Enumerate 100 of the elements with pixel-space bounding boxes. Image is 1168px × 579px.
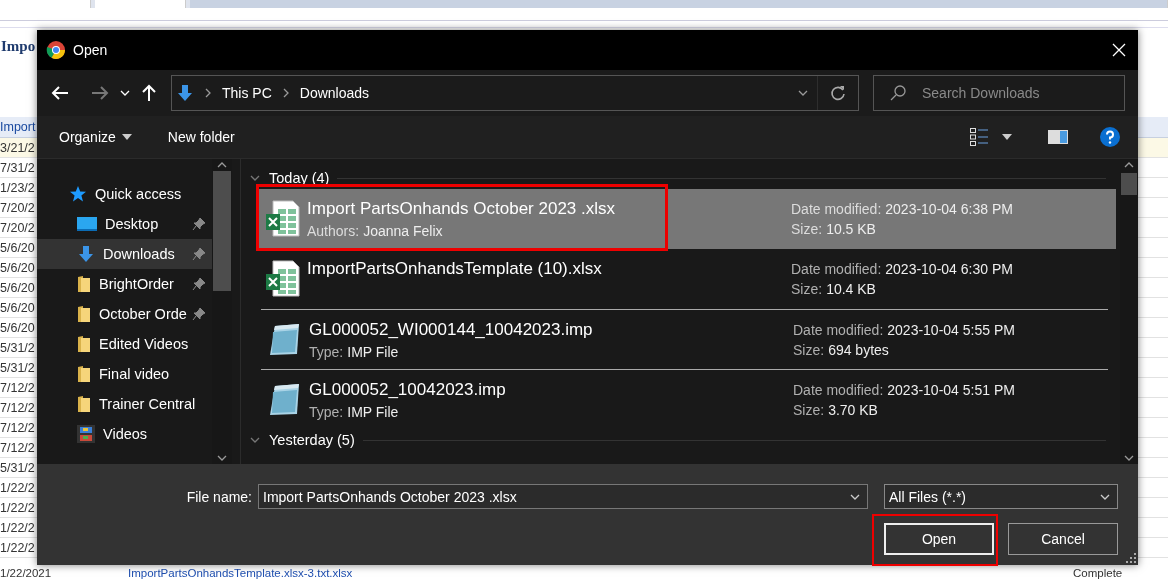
toolbar-button[interactable]: Organize <box>59 129 132 145</box>
film-icon <box>77 425 95 443</box>
nav-item-label: October Orde <box>99 306 188 322</box>
nav-item-label: Final video <box>99 366 171 382</box>
scrollbar[interactable] <box>1120 159 1138 464</box>
breadcrumb[interactable]: This PC <box>222 85 272 101</box>
file-item[interactable]: GL000052_WI000144_10042023.imp Type: IMP File Date modified: 2023-10-04 5:55 PM Size: 694 bytes <box>261 309 1108 369</box>
scrollbar-thumb[interactable] <box>213 171 231 291</box>
file-name-field[interactable]: Import PartsOnhands October 2023 .xlsx <box>258 484 868 509</box>
detail-label: Type: <box>309 403 344 420</box>
date-cell: 7/20/2 <box>0 220 35 235</box>
spreadsheet-icon <box>265 260 301 298</box>
date-cell: 1/22/2 <box>0 500 35 515</box>
date-cell: 7/20/2 <box>0 200 35 215</box>
file-link[interactable]: ImportPartsOnhandsTemplate.xlsx-3.txt.xlsx <box>128 567 353 579</box>
date-cell: 7/12/2 <box>0 440 35 455</box>
download-icon <box>77 245 95 263</box>
size-label: Size: <box>791 221 823 237</box>
group-header[interactable]: Yesterday (5) <box>269 432 355 448</box>
size-value: 694 bytes <box>828 341 889 358</box>
back-arrow-icon[interactable] <box>51 85 69 101</box>
nav-item-label: Desktop <box>105 216 160 232</box>
folder-icon <box>77 305 91 323</box>
view-list-icon[interactable] <box>970 128 988 146</box>
date-cell: 7/12/2 <box>0 400 35 415</box>
date-cell: 7/31/2 <box>0 160 35 175</box>
date-cell: 1/22/2021 <box>0 567 52 579</box>
date-value: 2023-10-04 6:38 PM <box>885 201 1013 217</box>
download-icon <box>176 84 194 102</box>
nav-item-label: Downloads <box>103 246 176 262</box>
address-bar[interactable]: This PC Downloads <box>171 75 859 111</box>
detail-value: Joanna Felix <box>363 223 443 239</box>
file-name: GL000052_10042023.imp <box>309 379 507 400</box>
dialog-button[interactable]: Open <box>884 523 994 555</box>
date-cell: 5/6/20 <box>0 280 35 295</box>
nav-item[interactable]: Trainer Central <box>37 389 212 419</box>
detail-value: IMP File <box>347 343 399 360</box>
nav-item[interactable]: BrightOrder <box>37 269 212 299</box>
date-value: 2023-10-04 5:51 PM <box>887 381 1015 398</box>
nav-item[interactable]: October Orde <box>37 299 212 329</box>
file-name: GL000052_WI000144_10042023.imp <box>309 319 594 340</box>
help-icon[interactable] <box>1100 127 1120 147</box>
nav-item-label: Trainer Central <box>99 396 197 412</box>
date-cell: 1/22/2 <box>0 520 35 535</box>
date-value: 2023-10-04 6:30 PM <box>885 261 1013 277</box>
nav-item[interactable]: Quick access <box>37 179 212 209</box>
nav-item-label: Quick access <box>95 186 183 202</box>
date-cell: 7/12/2 <box>0 380 35 395</box>
refresh-icon[interactable] <box>830 85 846 101</box>
size-label: Size: <box>793 401 825 418</box>
size-label: Size: <box>791 281 823 297</box>
date-cell: 5/31/2 <box>0 360 35 375</box>
nav-item[interactable]: Final video <box>37 359 212 389</box>
folder-icon <box>77 275 91 293</box>
detail-label: Type: <box>309 343 344 360</box>
nav-item[interactable]: Downloads <box>37 239 212 269</box>
nav-item-label: Edited Videos <box>99 336 190 352</box>
size-value: 10.5 KB <box>826 221 876 237</box>
search-icon <box>890 85 906 101</box>
breadcrumb[interactable]: Downloads <box>299 85 370 101</box>
page-heading: Impo <box>1 38 35 55</box>
date-label: Date modified: <box>793 321 884 338</box>
status-cell: Complete <box>1073 567 1123 579</box>
up-arrow-icon[interactable] <box>141 84 157 102</box>
nav-item-label: Videos <box>103 426 149 442</box>
file-name-label: File name: <box>186 488 252 505</box>
file-name: Import PartsOnhands October 2023 .xlsx <box>307 199 617 219</box>
date-cell: 7/12/2 <box>0 420 35 435</box>
folder-icon <box>77 335 91 353</box>
nav-item[interactable]: Desktop <box>37 209 212 239</box>
file-item[interactable]: ImportPartsOnhandsTemplate (10).xlsx Date modified: 2023-10-04 6:30 PM Size: 10.4 KB <box>259 249 1116 309</box>
desktop-icon <box>77 216 97 232</box>
toolbar-button[interactable]: New folder <box>167 129 235 145</box>
date-cell: 5/6/20 <box>0 320 35 335</box>
nav-item[interactable]: Edited Videos <box>37 329 212 359</box>
file-item[interactable]: GL000052_10042023.imp Type: IMP File Date modified: 2023-10-04 5:51 PM Size: 3.70 KB <box>261 369 1108 429</box>
dropdown-caret-icon <box>121 134 132 140</box>
date-label: Date modified: <box>793 381 884 398</box>
detail-value: IMP File <box>347 403 399 420</box>
date-cell: 1/23/2 <box>0 180 35 195</box>
date-cell: 5/31/2 <box>0 460 35 475</box>
dialog-button[interactable]: Cancel <box>1008 523 1118 555</box>
forward-arrow-icon[interactable] <box>91 85 109 101</box>
file-type-dropdown[interactable]: All Files (*.*) <box>884 484 1118 509</box>
resize-grip-icon[interactable] <box>1126 553 1136 563</box>
date-cell: 5/6/20 <box>0 300 35 315</box>
dropdown-caret-icon[interactable] <box>1002 134 1012 140</box>
search-field[interactable]: Search Downloads <box>873 75 1125 111</box>
file-name: ImportPartsOnhandsTemplate (10).xlsx <box>307 259 603 279</box>
date-value: 2023-10-04 5:55 PM <box>887 321 1015 338</box>
spreadsheet-icon <box>265 200 301 238</box>
date-cell: 5/6/20 <box>0 260 35 275</box>
size-value: 3.70 KB <box>828 401 878 418</box>
date-label: Date modified: <box>791 201 882 217</box>
scrollbar-thumb[interactable] <box>1121 173 1137 195</box>
close-icon[interactable] <box>1112 43 1126 57</box>
nav-item[interactable]: Videos <box>37 419 212 449</box>
star-icon <box>69 185 87 203</box>
nav-item-label: BrightOrder <box>99 276 175 292</box>
date-cell: 5/6/20 <box>0 240 35 255</box>
